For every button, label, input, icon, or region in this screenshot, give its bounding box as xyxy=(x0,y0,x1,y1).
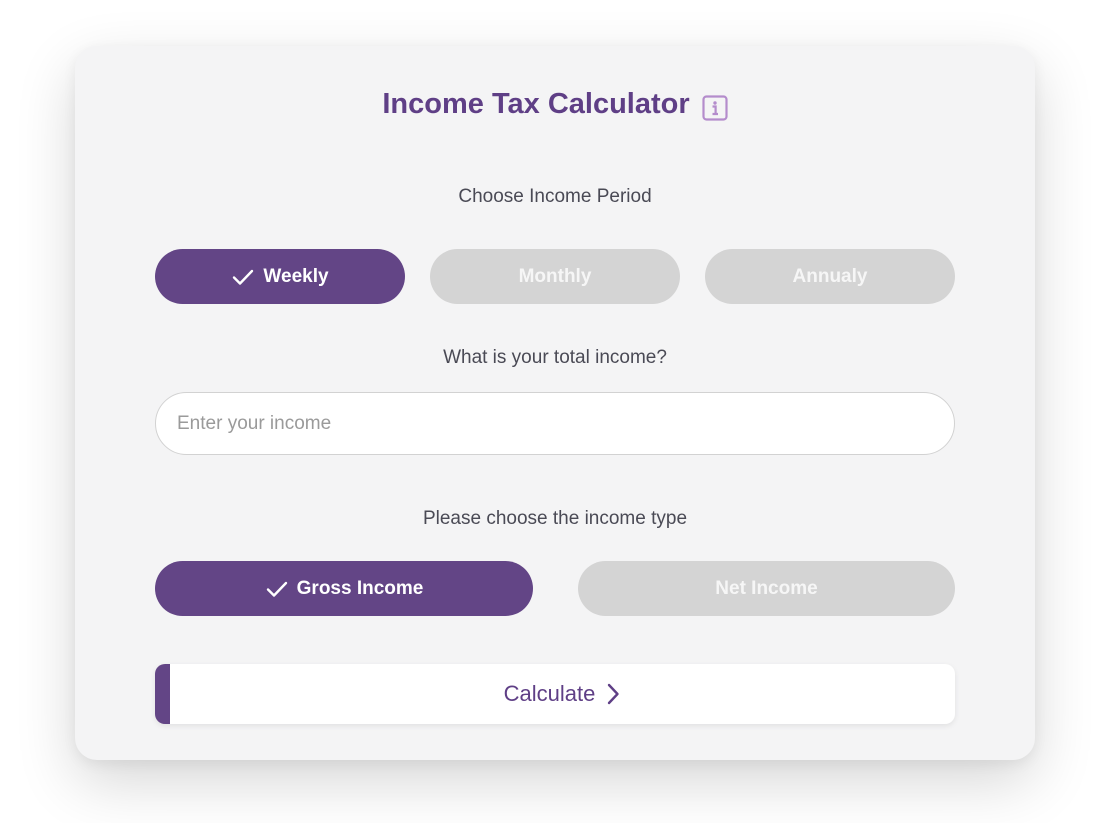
income-type-net[interactable]: Net Income xyxy=(578,561,955,616)
period-option-label: Monthly xyxy=(518,265,592,287)
check-icon xyxy=(231,265,255,289)
income-type-label-gross: Gross Income xyxy=(296,577,424,599)
check-icon xyxy=(265,577,289,601)
chevron-right-icon xyxy=(605,682,621,706)
calculate-button[interactable]: Calculate xyxy=(155,664,955,724)
period-option-label: Annualy xyxy=(792,265,868,287)
income-input[interactable] xyxy=(155,392,955,455)
period-option-monthly[interactable]: Monthly xyxy=(430,249,680,304)
income-type-label-net: Net Income xyxy=(715,577,818,599)
header: Income Tax Calculator xyxy=(75,88,1035,121)
calculate-label: Calculate xyxy=(503,681,596,706)
income-type-label: Please choose the income type xyxy=(422,508,688,529)
period-option-annually[interactable]: Annualy xyxy=(705,249,955,304)
info-icon[interactable] xyxy=(702,94,728,121)
income-label: What is your total income? xyxy=(443,347,667,368)
income-type-gross[interactable]: Gross Income xyxy=(155,561,533,616)
period-label: Choose Income Period xyxy=(458,186,652,207)
period-option-label: Weekly xyxy=(263,265,329,287)
period-option-weekly[interactable]: Weekly xyxy=(155,249,405,304)
page-title: Income Tax Calculator xyxy=(382,88,690,120)
calculator-card: Income Tax Calculator Choose Income Peri… xyxy=(75,46,1035,760)
